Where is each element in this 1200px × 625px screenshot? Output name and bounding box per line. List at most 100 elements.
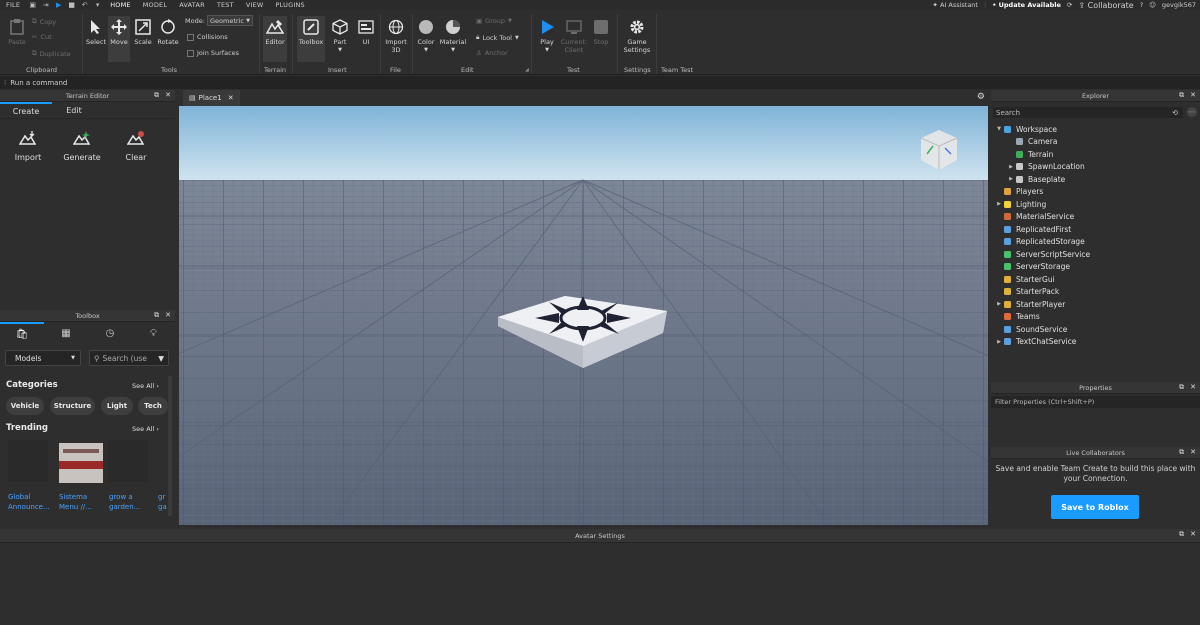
tab-test[interactable]: TEST — [211, 1, 240, 9]
explorer-item-lighting[interactable]: ▶ Lighting — [995, 198, 1046, 210]
game-settings-button[interactable]: Game Settings — [622, 18, 652, 54]
toolbox-scrollbar[interactable] — [168, 376, 172, 516]
trending-item-title[interactable]: grow a garden... — [109, 492, 140, 512]
move-button[interactable]: Move — [108, 16, 130, 62]
play-button[interactable]: Play ▼ — [536, 18, 558, 54]
tab-edit[interactable]: Edit — [52, 102, 96, 118]
command-input[interactable]: Run a command — [10, 79, 67, 87]
expand-edit-icon[interactable]: ◢ — [525, 67, 529, 73]
duplicate-button[interactable]: ⧉ Duplicate — [32, 49, 71, 58]
trending-item-thumbnail[interactable] — [8, 440, 48, 482]
category-select[interactable]: Models ▼ — [5, 350, 81, 366]
sync-icon[interactable]: ⟳ — [1067, 1, 1072, 9]
explorer-item-starterpack[interactable]: StarterPack — [995, 286, 1059, 298]
select-button[interactable]: Select — [86, 18, 106, 46]
popout-icon[interactable]: ⧉ — [1179, 448, 1184, 457]
help-icon[interactable]: ? — [1140, 1, 1143, 9]
toolbox-search-input[interactable]: ⚲ Search (use ▼ — [89, 350, 169, 366]
trending-item-title[interactable]: Global Announce... — [8, 492, 50, 512]
save-to-roblox-button[interactable]: Save to Roblox — [1051, 495, 1139, 519]
ui-button[interactable]: UI — [356, 18, 376, 46]
command-bar[interactable]: ⁝ Run a command — [0, 76, 1200, 89]
explorer-item-serverstorage[interactable]: ServerStorage — [995, 261, 1070, 273]
generate-terrain-button[interactable]: Generate — [62, 130, 102, 162]
properties-filter-input[interactable]: Filter Properties (Ctrl+Shift+P) — [991, 396, 1200, 408]
3d-viewport[interactable] — [179, 106, 988, 525]
history-icon[interactable]: ⟲ — [1172, 109, 1178, 117]
explorer-item-startergui[interactable]: StarterGui — [995, 273, 1055, 285]
explorer-item-serverscriptservice[interactable]: ServerScriptService — [995, 248, 1090, 260]
close-icon[interactable]: ✕ — [1190, 530, 1196, 539]
redo-icon[interactable]: ▾ — [94, 1, 101, 9]
group-button[interactable]: ▣ Group ▼ — [476, 17, 512, 25]
trending-item-title[interactable]: gr ga — [158, 492, 167, 512]
close-icon[interactable]: ✕ — [165, 91, 171, 100]
place-tab[interactable]: ▤ Place1 ✕ — [183, 90, 240, 106]
stop-button[interactable]: Stop — [591, 18, 611, 46]
scale-button[interactable]: Scale — [133, 18, 153, 46]
anchor-button[interactable]: ⚓︎ Anchor — [476, 49, 508, 57]
import-terrain-button[interactable]: Import — [12, 130, 44, 162]
join-surfaces-toggle[interactable]: Join Surfaces — [187, 49, 239, 57]
lock-tool-button[interactable]: 🔒︎ Lock Tool ▼ — [476, 33, 519, 42]
expand-arrow-icon[interactable]: ▶ — [995, 301, 1003, 307]
close-icon[interactable]: ✕ — [1190, 91, 1196, 100]
tab-avatar[interactable]: AVATAR — [173, 1, 211, 9]
filter-icon[interactable]: ▼ — [158, 354, 164, 363]
import-3d-button[interactable]: Import 3D — [384, 18, 408, 54]
toolbox-tab-marketplace[interactable]: 🛍︎ — [0, 322, 44, 344]
explorer-item-materialservice[interactable]: MaterialService — [995, 211, 1074, 223]
tab-model[interactable]: MODEL — [137, 1, 173, 9]
tab-create[interactable]: Create — [0, 102, 52, 118]
expand-arrow-icon[interactable]: ▼ — [995, 126, 1003, 132]
cut-button[interactable]: ✂ Cut — [32, 33, 52, 41]
trending-item-thumbnail[interactable] — [108, 440, 148, 482]
copy-button[interactable]: ⧉ Copy — [32, 17, 56, 26]
color-button[interactable]: Color ▼ — [415, 18, 437, 54]
publish-icon[interactable]: ⇥ — [42, 1, 49, 9]
explorer-item-terrain[interactable]: Terrain — [995, 148, 1053, 160]
popout-icon[interactable]: ⧉ — [154, 91, 159, 100]
close-icon[interactable]: ✕ — [1190, 383, 1196, 392]
explorer-item-starterplayer[interactable]: ▶ StarterPlayer — [995, 298, 1065, 310]
popout-icon[interactable]: ⧉ — [154, 311, 159, 320]
explorer-search-input[interactable]: Search ⟲ — [993, 107, 1183, 118]
expand-arrow-icon[interactable]: ▶ — [995, 201, 1003, 207]
popout-icon[interactable]: ⧉ — [1179, 383, 1184, 392]
explorer-item-replicatedstorage[interactable]: ReplicatedStorage — [995, 236, 1085, 248]
explorer-item-soundservice[interactable]: SoundService — [995, 323, 1067, 335]
popout-icon[interactable]: ⧉ — [1179, 91, 1184, 100]
toolbox-tab-inventory[interactable]: ▦ — [44, 322, 88, 344]
save-icon[interactable]: ▣ — [29, 1, 36, 9]
part-button[interactable]: Part ▼ — [330, 18, 350, 54]
explorer-item-textchatservice[interactable]: ▶ TextChatService — [995, 336, 1076, 348]
collisions-checkbox[interactable] — [187, 33, 194, 41]
mode-select[interactable]: Geometric ▼ — [207, 15, 253, 26]
categories-see-all[interactable]: See All › — [132, 382, 159, 390]
explorer-item-players[interactable]: Players — [995, 186, 1043, 198]
trending-see-all[interactable]: See All › — [132, 425, 159, 433]
collisions-toggle[interactable]: Collisions — [187, 33, 228, 41]
username[interactable]: gevgik567 — [1162, 1, 1196, 9]
ai-assistant-button[interactable]: ✦ AI Assistant — [932, 1, 978, 9]
tab-plugins[interactable]: PLUGINS — [270, 1, 311, 9]
update-available-button[interactable]: • Update Available — [992, 1, 1061, 9]
stop-quick-icon[interactable]: ■ — [68, 1, 75, 9]
material-button[interactable]: Material ▼ — [439, 18, 467, 54]
category-pill-light[interactable]: Light — [101, 397, 133, 415]
more-options-icon[interactable]: ⋯ — [1187, 107, 1197, 117]
popout-icon[interactable]: ⧉ — [1179, 530, 1184, 539]
undo-icon[interactable]: ↶ — [81, 1, 88, 9]
category-pill-tech[interactable]: Tech — [138, 397, 168, 415]
explorer-item-spawnlocation[interactable]: ▶ SpawnLocation — [995, 161, 1085, 173]
tab-home[interactable]: HOME — [104, 1, 137, 9]
clear-terrain-button[interactable]: Clear — [120, 130, 152, 162]
category-pill-vehicle[interactable]: Vehicle — [6, 397, 44, 415]
toolbox-button[interactable]: Toolbox — [297, 16, 325, 62]
user-avatar-icon[interactable]: ☺ — [1149, 1, 1156, 9]
category-pill-structure[interactable]: Structure — [50, 397, 95, 415]
explorer-item-baseplate[interactable]: ▶ Baseplate — [995, 173, 1065, 185]
terrain-editor-button[interactable]: Editor — [263, 16, 287, 62]
expand-arrow-icon[interactable]: ▶ — [995, 339, 1003, 345]
close-icon[interactable]: ✕ — [1190, 448, 1196, 457]
